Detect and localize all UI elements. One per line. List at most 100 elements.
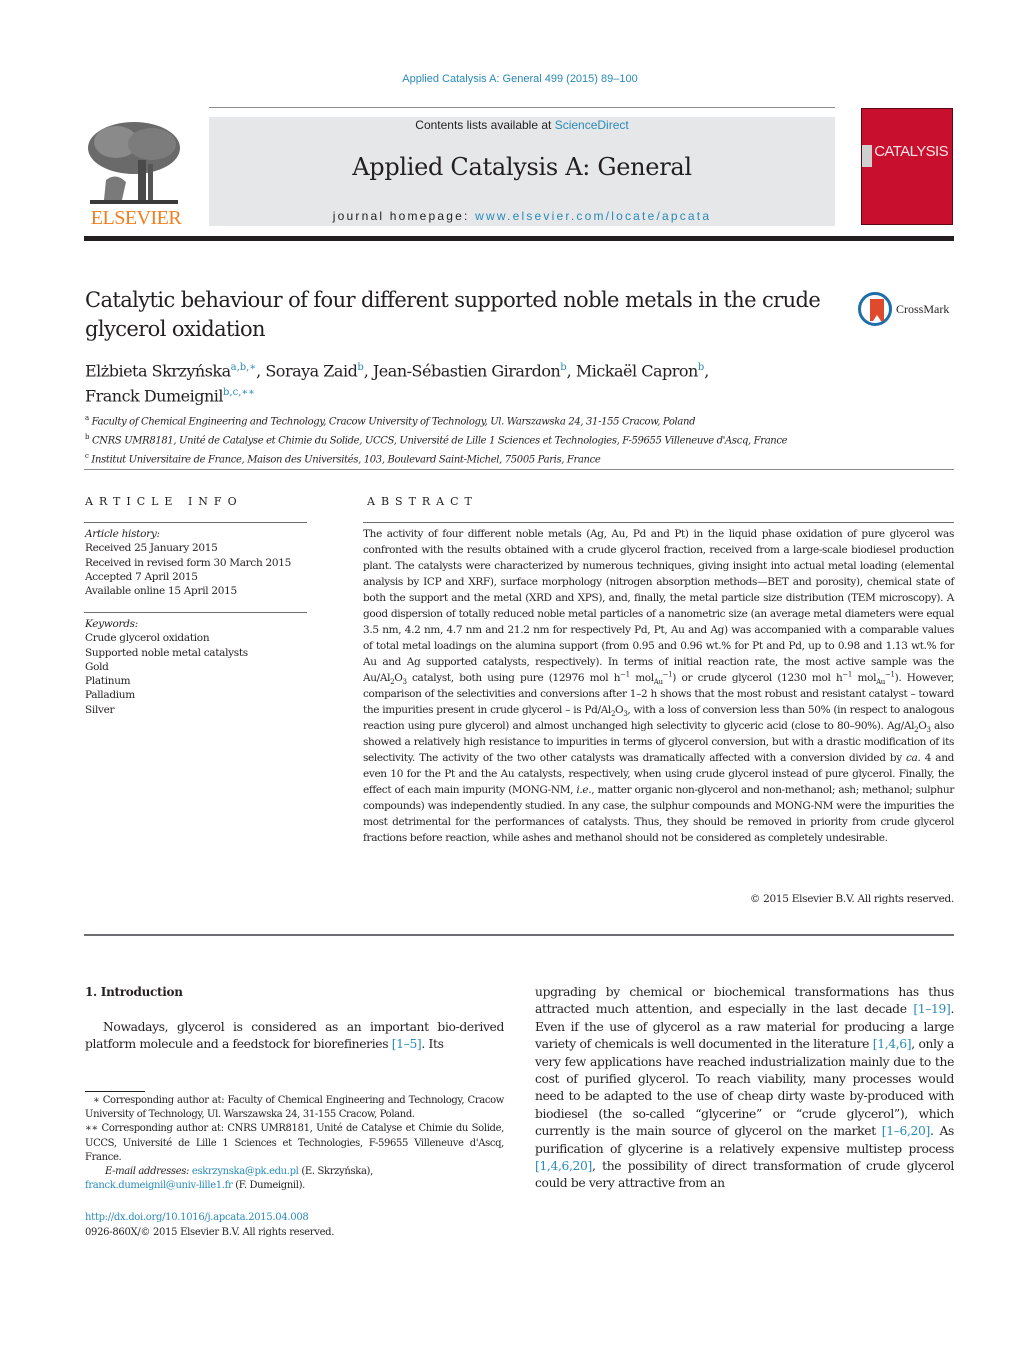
abstract-rule bbox=[363, 522, 954, 523]
footnotes: ∗ Corresponding author at: Faculty of Ch… bbox=[85, 1094, 504, 1193]
history-label: Article history: bbox=[85, 528, 160, 540]
superscript: −1 bbox=[884, 670, 895, 679]
history-item: Received 25 January 2015 bbox=[85, 542, 218, 555]
doi-block: http://dx.doi.org/10.1016/j.apcata.2015.… bbox=[85, 1211, 504, 1240]
email-owner: (F. Dumeignil). bbox=[232, 1180, 305, 1192]
contents-prefix: Contents lists available at bbox=[415, 118, 555, 132]
abstract-text: catalyst, both using pure (12976 mol h bbox=[406, 671, 621, 684]
section-divider bbox=[84, 469, 954, 470]
journal-name: Applied Catalysis A: General bbox=[352, 153, 692, 181]
author-name[interactable]: Elżbieta Skrzyńska bbox=[85, 361, 231, 380]
cover-title: CATALYSIS bbox=[874, 143, 948, 160]
email-link[interactable]: franck.dumeignil@univ-lille1.fr bbox=[85, 1180, 233, 1191]
affiliations: a Faculty of Chemical Engineering and Te… bbox=[85, 411, 955, 467]
journal-citation[interactable]: Applied Catalysis A: General 499 (2015) … bbox=[0, 73, 1020, 85]
author-marks[interactable]: a,b,∗ bbox=[231, 362, 257, 373]
header-thick-rule bbox=[84, 236, 954, 241]
author-name[interactable]: Jean-Sébastien Girardon bbox=[373, 361, 561, 380]
elsevier-tree-icon bbox=[86, 120, 182, 208]
history-item: Available online 15 April 2015 bbox=[85, 585, 237, 598]
footnote-emails: E-mail addresses: eskrzynska@pk.edu.pl (… bbox=[85, 1165, 504, 1193]
affiliation-mark: c bbox=[85, 451, 89, 460]
abstract-copyright: © 2015 Elsevier B.V. All rights reserved… bbox=[749, 893, 954, 905]
abstract-text: The activity of four different noble met… bbox=[363, 528, 954, 668]
elsevier-wordmark: ELSEVIER bbox=[90, 207, 182, 229]
elsevier-logo[interactable]: ELSEVIER bbox=[84, 118, 186, 230]
journal-banner: Contents lists available at ScienceDirec… bbox=[209, 117, 835, 226]
crossmark-label: CrossMark bbox=[896, 302, 950, 316]
history-item: Accepted 7 April 2015 bbox=[85, 570, 198, 583]
subscript: Au bbox=[876, 677, 885, 686]
author-name[interactable]: Soraya Zaid bbox=[265, 361, 357, 380]
crossmark-ribbon-icon bbox=[870, 299, 884, 321]
affiliation-a: a Faculty of Chemical Engineering and Te… bbox=[85, 411, 955, 430]
abstract-heading: ABSTRACT bbox=[367, 495, 478, 508]
abstract-text: mol bbox=[629, 671, 654, 684]
citation-link[interactable]: [1–19] bbox=[913, 1002, 950, 1016]
citation-link[interactable]: [1,4,6,20] bbox=[535, 1159, 592, 1173]
sciencedirect-link[interactable]: ScienceDirect bbox=[555, 118, 629, 132]
citation-link[interactable]: [1–6,20] bbox=[882, 1124, 931, 1138]
article-info-rule bbox=[84, 522, 307, 523]
author-separator: , bbox=[363, 361, 373, 381]
body-column-left: Nowadays, glycerol is considered as an i… bbox=[85, 1019, 504, 1054]
crossmark-icon bbox=[858, 292, 892, 326]
footnote-rule bbox=[85, 1091, 145, 1092]
keyword-item: Crude glycerol oxidation bbox=[85, 632, 210, 645]
journal-cover-image[interactable]: CATALYSIS bbox=[861, 108, 953, 225]
footnote-corresponding-2: ∗∗ Corresponding author at: CNRS UMR8181… bbox=[85, 1123, 504, 1163]
abstract-body: The activity of four different noble met… bbox=[363, 527, 954, 847]
author-separator: , bbox=[566, 361, 576, 381]
article-history: Article history: Received 25 January 201… bbox=[85, 527, 307, 598]
author-name[interactable]: Franck Dumeignil bbox=[85, 387, 224, 406]
affiliation-mark: b bbox=[85, 432, 90, 441]
keyword-item: Supported noble metal catalysts bbox=[85, 646, 248, 659]
affiliation-text: Institut Universitaire de France, Maison… bbox=[91, 453, 601, 465]
author-separator: , bbox=[256, 361, 266, 381]
footnote-corresponding-1: ∗ Corresponding author at: Faculty of Ch… bbox=[85, 1095, 504, 1121]
email-owner: (E. Skrzyńska), bbox=[298, 1166, 373, 1178]
abstract-italic: ca. bbox=[906, 751, 921, 764]
issn-copyright: 0926-860X/© 2015 Elsevier B.V. All right… bbox=[85, 1226, 335, 1238]
email-label: E-mail addresses: bbox=[105, 1166, 192, 1178]
abstract-text: Au/Al bbox=[363, 671, 391, 684]
body-text: , the possibility of direct transformati… bbox=[535, 1159, 954, 1191]
email-link[interactable]: eskrzynska@pk.edu.pl bbox=[192, 1166, 299, 1177]
keyword-item: Platinum bbox=[85, 675, 131, 688]
keyword-item: Gold bbox=[85, 660, 109, 673]
author-list: Elżbieta Skrzyńskaa,b,∗, Soraya Zaidb, J… bbox=[85, 357, 945, 408]
body-column-right: upgrading by chemical or biochemical tra… bbox=[535, 984, 954, 1193]
affiliation-b: b CNRS UMR8181, Unité de Catalyse et Chi… bbox=[85, 430, 955, 449]
keywords: Keywords: Crude glycerol oxidation Suppo… bbox=[85, 617, 307, 717]
author-separator: , bbox=[704, 361, 709, 381]
homepage-prefix: journal homepage: bbox=[332, 209, 476, 223]
superscript: −1 bbox=[842, 670, 853, 679]
history-item: Received in revised form 30 March 2015 bbox=[85, 556, 291, 569]
section-heading-introduction: 1. Introduction bbox=[85, 985, 183, 999]
body-text: upgrading by chemical or biochemical tra… bbox=[535, 985, 954, 1017]
affiliation-text: Faculty of Chemical Engineering and Tech… bbox=[91, 416, 696, 428]
affiliation-c: c Institut Universitaire de France, Mais… bbox=[85, 449, 955, 468]
subscript: Au bbox=[653, 677, 663, 686]
article-title: Catalytic behaviour of four different su… bbox=[85, 288, 821, 341]
superscript: −1 bbox=[620, 670, 630, 679]
author-marks[interactable]: b,c,∗∗ bbox=[223, 387, 255, 398]
homepage-link[interactable]: www.elsevier.com/locate/apcata bbox=[475, 209, 711, 223]
keywords-label: Keywords: bbox=[85, 618, 138, 630]
abstract-italic: i.e. bbox=[576, 783, 592, 796]
homepage-line: journal homepage: www.elsevier.com/locat… bbox=[209, 209, 835, 223]
crossmark-button[interactable]: CrossMark bbox=[858, 292, 958, 330]
superscript: −1 bbox=[662, 670, 673, 679]
body-text: . Its bbox=[421, 1037, 444, 1052]
citation-link[interactable]: [1–5] bbox=[392, 1037, 422, 1051]
citation-link[interactable]: [1,4,6] bbox=[873, 1037, 912, 1051]
abstract-text: mol bbox=[852, 671, 877, 684]
doi-link[interactable]: http://dx.doi.org/10.1016/j.apcata.2015.… bbox=[85, 1211, 504, 1226]
keyword-item: Palladium bbox=[85, 689, 135, 702]
header-rule bbox=[209, 107, 835, 108]
author-name[interactable]: Mickaël Capron bbox=[576, 361, 698, 380]
abstract-text: ) or crude glycerol (1230 mol h bbox=[672, 671, 843, 684]
affiliation-text: CNRS UMR8181, Unité de Catalyse et Chimi… bbox=[91, 435, 788, 447]
keyword-item: Silver bbox=[85, 703, 115, 716]
contents-line: Contents lists available at ScienceDirec… bbox=[209, 118, 835, 132]
